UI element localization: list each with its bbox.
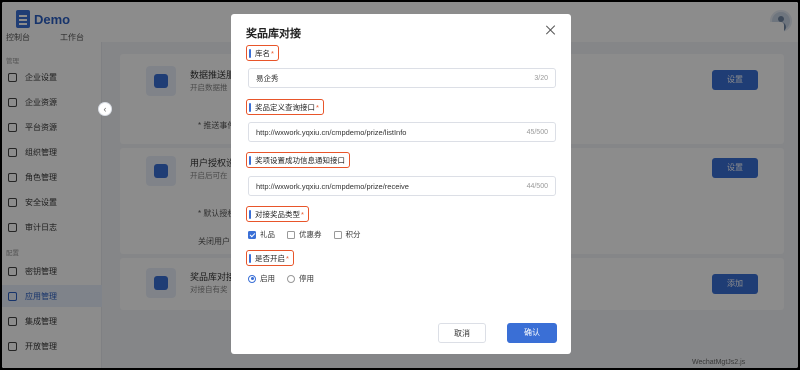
prize-type-options: 礼品 优惠券 积分 [248,229,361,240]
option-label: 优惠券 [299,230,322,239]
label-text: 库名 [255,48,270,58]
required-mark: * [316,102,319,112]
field-label-name: 库名 * [246,45,279,61]
option-label: 停用 [299,274,314,283]
option-enable[interactable]: 启用 [248,273,275,284]
option-disable[interactable]: 停用 [287,273,314,284]
label-accent-bar [249,209,251,219]
char-counter: 45/500 [526,128,548,136]
label-accent-bar [249,253,251,263]
enabled-options: 启用 停用 [248,273,314,284]
label-accent-bar [249,48,251,58]
option-label: 启用 [260,274,275,283]
close-icon[interactable] [545,24,557,36]
prize-library-dialog: 奖品库对接 库名 * 易企秀 3/20 奖品定义查询接口 * http://wx… [231,14,571,354]
field-label-query-api: 奖品定义查询接口 * [246,99,324,115]
radio-selected[interactable] [248,274,256,283]
confirm-button[interactable]: 确认 [507,323,557,343]
input-value: http://wxwork.yqxiu.cn/cmpdemo/prize/lis… [256,127,407,137]
option-coupon[interactable]: 优惠券 [287,229,322,240]
option-points[interactable]: 积分 [333,229,361,240]
checkbox[interactable] [333,230,342,239]
option-label: 积分 [345,230,361,239]
field-label-notify-api: 奖项设置成功信息通知接口 [246,152,350,168]
radio[interactable] [287,274,295,283]
field-label-enabled: 是否开启 * [246,250,294,266]
label-text: 对接奖品类型 [255,209,300,219]
char-counter: 3/20 [534,74,548,82]
query-api-input[interactable]: http://wxwork.yqxiu.cn/cmpdemo/prize/lis… [248,122,556,142]
label-text: 是否开启 [255,253,285,263]
checkbox-checked[interactable] [248,230,256,239]
cancel-button[interactable]: 取消 [438,323,486,343]
label-text: 奖项设置成功信息通知接口 [255,155,345,165]
label-text: 奖品定义查询接口 [255,102,315,112]
field-label-prize-type: 对接奖品类型 * [246,206,309,222]
checkbox[interactable] [287,230,295,239]
required-mark: * [271,48,274,58]
sidebar-collapse-button[interactable]: ‹ [98,102,112,116]
required-mark: * [286,253,289,263]
required-mark: * [301,209,304,219]
notify-api-input[interactable]: http://wxwork.yqxiu.cn/cmpdemo/prize/rec… [248,176,556,196]
input-value: http://wxwork.yqxiu.cn/cmpdemo/prize/rec… [256,181,409,191]
char-counter: 44/500 [526,182,548,190]
name-input[interactable]: 易企秀 3/20 [248,68,556,88]
label-accent-bar [249,102,251,112]
app-window: Demo 控制台 工作台 管理 企业设置 企业资源 平台资源 组织管理 角色管理… [2,2,798,368]
input-value: 易企秀 [256,73,279,83]
option-label: 礼品 [260,230,275,239]
dialog-title: 奖品库对接 [246,28,301,40]
option-gift[interactable]: 礼品 [248,229,275,240]
label-accent-bar [249,155,251,165]
